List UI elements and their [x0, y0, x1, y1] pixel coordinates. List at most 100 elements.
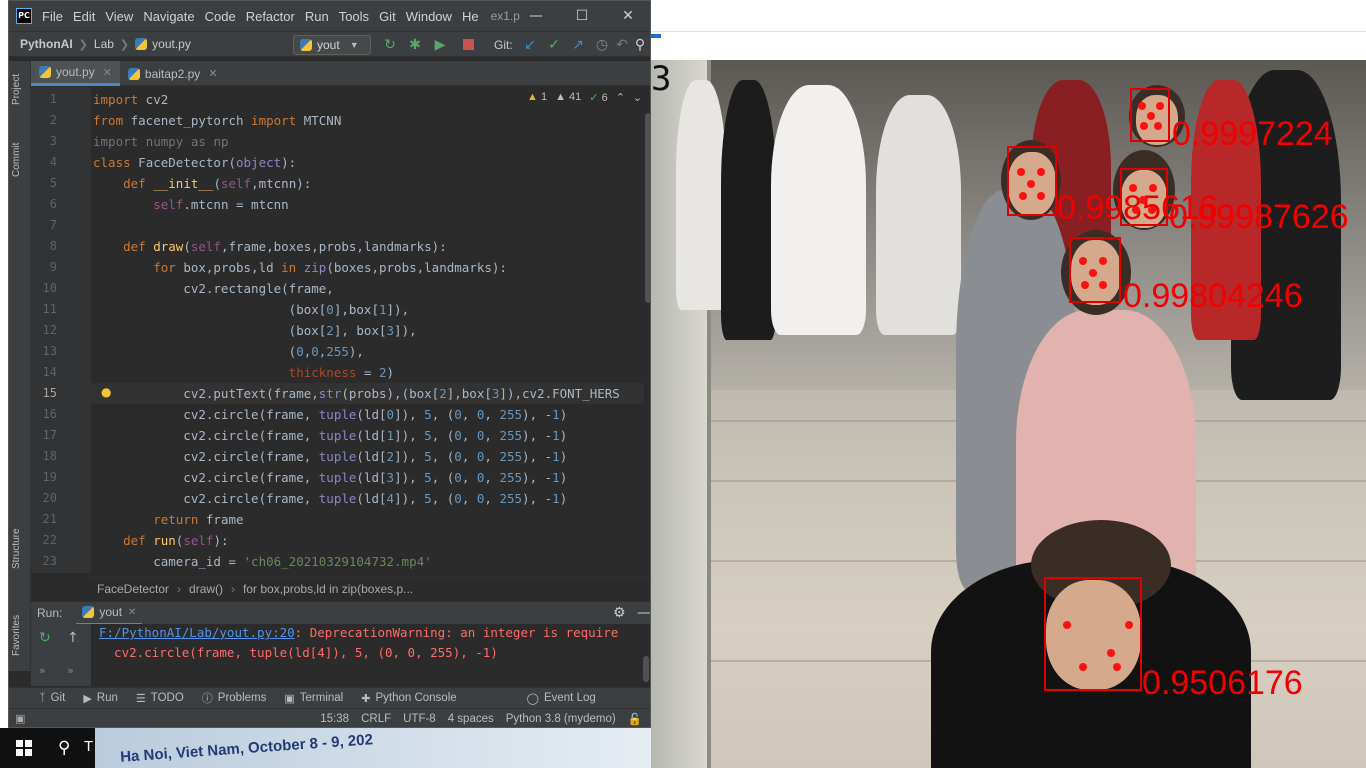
code-line[interactable]: from facenet_pytorch import MTCNN	[93, 110, 341, 131]
code-line[interactable]: for box,probs,ld in zip(boxes,probs,land…	[93, 257, 507, 278]
revert-icon[interactable]: ↶	[613, 36, 631, 54]
git-update-icon[interactable]: ↙	[521, 36, 539, 54]
tool-window-terminal[interactable]: ▣ Terminal	[284, 692, 343, 705]
code-line[interactable]: cv2.circle(frame, tuple(ld[3]), 5, (0, 0…	[93, 467, 567, 488]
menu-git[interactable]: Git	[379, 9, 396, 24]
tool-window-python-console[interactable]: ✚ Python Console	[361, 692, 456, 705]
tool-window-run[interactable]: ▶ Run	[83, 692, 118, 705]
close-icon[interactable]: ✕	[103, 66, 112, 79]
code-line[interactable]: (0,0,255),	[93, 341, 364, 362]
menu-refactor[interactable]: Refactor	[246, 9, 295, 24]
close-icon[interactable]: ✕	[128, 607, 136, 618]
favorites-tool-tab[interactable]: Favorites	[11, 609, 29, 661]
menu-edit[interactable]: Edit	[73, 9, 95, 24]
lock-icon[interactable]: 🔓	[628, 712, 642, 726]
chevron-down-icon[interactable]: ⌄	[633, 91, 642, 104]
run-console[interactable]: F:/PythonAI/Lab/yout.py:20: DeprecationW…	[91, 624, 650, 686]
tool-window-problems[interactable]: ⓘ Problems	[202, 690, 267, 706]
console-scrollbar[interactable]	[643, 656, 649, 682]
breadcrumb-file[interactable]: yout.py	[152, 37, 191, 51]
typo-count: ✓ 6	[589, 92, 608, 104]
file-encoding[interactable]: UTF-8	[403, 713, 436, 725]
rerun-icon[interactable]: ↻	[39, 630, 51, 646]
expand-icon[interactable]: »	[39, 664, 46, 677]
code-line[interactable]: camera_id = 'ch06_20210329104732.mp4'	[93, 551, 431, 572]
code-line[interactable]: cv2.putText(frame,str(probs),(box[2],box…	[93, 383, 620, 404]
stop-icon[interactable]	[459, 36, 477, 54]
code-breadcrumb-class[interactable]: FaceDetector	[97, 582, 169, 596]
code-line[interactable]: self.mtcnn = mtcnn	[93, 194, 288, 215]
rerun-icon[interactable]: ↻	[381, 36, 399, 54]
commit-tool-tab[interactable]: Commit	[11, 139, 29, 181]
search-icon[interactable]: ⚲	[631, 36, 649, 54]
minimize-icon[interactable]: —	[513, 1, 559, 31]
code-line[interactable]: cv2.circle(frame, tuple(ld[1]), 5, (0, 0…	[93, 425, 567, 446]
chevron-up-icon[interactable]: ⌃	[616, 91, 625, 104]
code-line[interactable]: cv2.circle(frame, tuple(ld[2]), 5, (0, 0…	[93, 446, 567, 467]
inspection-widget[interactable]: ▲ 1 ▲ 41 ✓ 6 ⌃ ⌄	[527, 91, 642, 104]
intention-bulb-icon[interactable]: ●	[101, 385, 111, 399]
code-line[interactable]: (box[2], box[3]),	[93, 320, 417, 341]
maximize-icon[interactable]: ☐	[559, 1, 605, 31]
windows-start-icon[interactable]	[16, 740, 32, 756]
menu-view[interactable]: View	[105, 9, 133, 24]
editor-tabs: yout.py ✕ baitap2.py ✕	[31, 61, 650, 86]
breadcrumb-project[interactable]: PythonAI	[20, 37, 73, 51]
code-line[interactable]: thickness = 2)	[93, 362, 394, 383]
project-tool-tab[interactable]: Project	[11, 69, 29, 109]
tool-window-event-log[interactable]: ◯ Event Log	[527, 692, 596, 705]
code-line[interactable]: cv2.rectangle(frame,	[93, 278, 334, 299]
code-line[interactable]: import cv2	[93, 89, 168, 110]
code-line[interactable]: return frame	[93, 509, 243, 530]
menu-tools[interactable]: Tools	[339, 9, 369, 24]
taskbar-search-text[interactable]: T	[84, 738, 93, 755]
code-line[interactable]: cv2.circle(frame, tuple(ld[0]), 5, (0, 0…	[93, 404, 567, 425]
menu-file[interactable]: File	[42, 9, 63, 24]
code-editor[interactable]: import cv2 from facenet_pytorch import MT…	[91, 87, 644, 573]
landmark-dot	[1079, 663, 1087, 671]
console-file-link[interactable]: F:/PythonAI/Lab/yout.py:20	[99, 625, 295, 640]
expand-icon[interactable]: »	[67, 664, 74, 677]
breadcrumb-folder[interactable]: Lab	[94, 37, 114, 51]
run-tab-yout[interactable]: yout ✕	[76, 602, 143, 625]
tab-yout[interactable]: yout.py ✕	[31, 61, 120, 86]
menu-run[interactable]: Run	[305, 9, 329, 24]
code-line[interactable]: (box[0],box[1]),	[93, 299, 409, 320]
menu-navigate[interactable]: Navigate	[143, 9, 194, 24]
git-commit-icon[interactable]: ✓	[545, 36, 563, 54]
indent-setting[interactable]: 4 spaces	[448, 713, 494, 725]
hide-panel-icon[interactable]: —	[637, 605, 650, 621]
code-line[interactable]: class FaceDetector(object):	[93, 152, 296, 173]
taskbar-search-icon[interactable]: ⚲	[58, 738, 70, 758]
menu-window[interactable]: Window	[406, 9, 452, 24]
tool-windows-toggle-icon[interactable]: ▣	[15, 712, 25, 725]
coverage-icon[interactable]: ▶	[431, 36, 449, 54]
close-icon[interactable]: ✕	[605, 1, 650, 31]
gear-icon[interactable]: ⚙	[613, 605, 626, 621]
code-breadcrumb-method[interactable]: draw()	[189, 582, 223, 596]
menu-code[interactable]: Code	[205, 9, 236, 24]
tab-label: baitap2.py	[144, 66, 201, 81]
code-line[interactable]: def run(self):	[93, 530, 228, 551]
python-interpreter[interactable]: Python 3.8 (mydemo)	[506, 713, 616, 725]
debug-icon[interactable]: ✱	[406, 36, 424, 54]
close-icon[interactable]: ✕	[208, 67, 217, 80]
run-configuration-select[interactable]: yout ▼	[293, 35, 371, 55]
line-separator[interactable]: CRLF	[361, 713, 391, 725]
scrollbar-thumb[interactable]	[645, 113, 650, 303]
git-push-icon[interactable]: ↗	[569, 36, 587, 54]
tab-baitap2[interactable]: baitap2.py ✕	[120, 61, 226, 86]
code-breadcrumb-loop[interactable]: for box,probs,ld in zip(boxes,p...	[243, 582, 413, 596]
arrow-up-icon[interactable]: ↑	[67, 630, 79, 646]
tool-window-git[interactable]: ᛉ Git	[39, 692, 65, 704]
code-line[interactable]: import numpy as np	[93, 131, 229, 152]
history-icon[interactable]: ◷	[593, 36, 611, 54]
caret-position[interactable]: 15:38	[320, 713, 349, 725]
editor-scrollbar[interactable]	[644, 87, 650, 573]
menu-help[interactable]: He	[462, 9, 479, 24]
structure-tool-tab[interactable]: Structure	[11, 521, 29, 577]
code-line[interactable]: def __init__(self,mtcnn):	[93, 173, 311, 194]
tool-window-todo[interactable]: ☰ TODO	[136, 692, 184, 705]
code-line[interactable]: cv2.circle(frame, tuple(ld[4]), 5, (0, 0…	[93, 488, 567, 509]
code-line[interactable]: def draw(self,frame,boxes,probs,landmark…	[93, 236, 447, 257]
